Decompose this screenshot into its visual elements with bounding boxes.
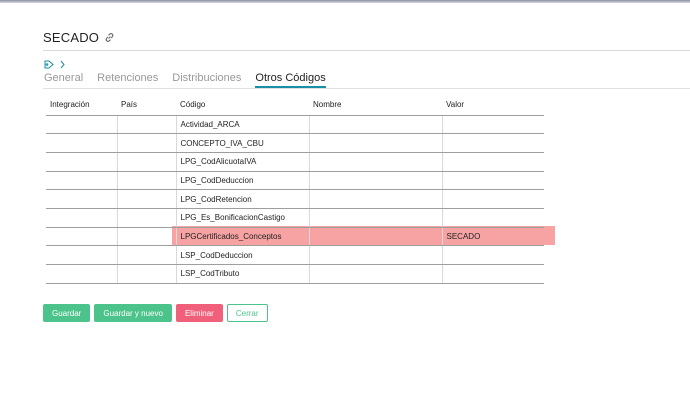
cell-pais[interactable] [117,152,177,172]
cell-nombre[interactable] [309,189,443,209]
tab-general[interactable]: General [44,72,83,88]
tab-otros-codigos[interactable]: Otros Códigos [255,72,326,88]
cell-integracion[interactable] [46,115,118,135]
cell-codigo[interactable]: Actividad_ARCA [176,115,310,135]
table-row[interactable]: Actividad_ARCA [46,115,544,135]
table-row[interactable]: LPG_Es_BonificacionCastigo [46,208,544,228]
close-button[interactable]: Cerrar [226,304,268,322]
cell-valor[interactable] [442,133,544,153]
cell-valor[interactable] [442,189,544,209]
column-header-codigo[interactable]: Código [176,95,309,116]
tag-icon[interactable] [44,60,54,69]
cell-pais[interactable] [117,189,177,209]
cell-integracion[interactable] [46,189,118,209]
delete-button[interactable]: Eliminar [175,304,223,322]
page-title: SECADO [43,30,100,45]
tab-retenciones[interactable]: Retenciones [97,72,158,88]
table-row-selected[interactable]: LPGCertificados_Conceptos SECADO [46,227,544,247]
cell-pais[interactable] [117,115,177,135]
cell-nombre[interactable] [309,133,443,153]
cell-codigo[interactable]: LPG_CodAlicuotaIVA [176,152,310,172]
table-row[interactable]: CONCEPTO_IVA_CBU [46,133,544,153]
cell-codigo[interactable]: LSP_CodTributo [176,264,310,284]
cell-valor[interactable] [442,264,544,284]
cell-integracion[interactable] [46,208,118,228]
cell-pais[interactable] [117,171,177,191]
cell-codigo[interactable]: CONCEPTO_IVA_CBU [176,133,310,153]
cell-nombre[interactable] [309,152,443,172]
cell-integracion[interactable] [46,245,118,265]
cell-nombre[interactable] [309,171,443,191]
cell-pais[interactable] [117,208,177,228]
tab-bar: General Retenciones Distribuciones Otros… [44,72,326,88]
cell-pais[interactable] [117,264,177,284]
column-header-valor[interactable]: Valor [442,95,544,116]
cell-nombre[interactable] [309,115,443,135]
cell-integracion[interactable] [46,171,118,191]
cell-nombre[interactable] [309,227,443,247]
cell-integracion[interactable] [46,152,118,172]
column-header-pais[interactable]: País [117,95,176,116]
header-divider [43,50,690,51]
cell-integracion[interactable] [46,133,118,153]
link-icon[interactable] [104,32,115,43]
cell-codigo[interactable]: LSP_CodDeduccion [176,245,310,265]
cell-codigo[interactable]: LPG_Es_BonificacionCastigo [176,208,310,228]
action-buttons: Guardar Guardar y nuevo Eliminar Cerrar [43,304,268,322]
cell-nombre[interactable] [309,208,443,228]
cell-codigo[interactable]: LPGCertificados_Conceptos [176,227,310,247]
column-header-nombre[interactable]: Nombre [309,95,442,116]
cell-valor[interactable] [442,115,544,135]
page-header: SECADO [43,30,115,45]
chevron-right-icon[interactable] [60,60,65,69]
table-header-row: Integración País Código Nombre Valor [46,95,544,116]
cell-pais[interactable] [117,227,177,247]
cell-valor[interactable] [442,208,544,228]
column-header-integracion[interactable]: Integración [46,95,117,116]
save-and-new-button[interactable]: Guardar y nuevo [94,304,172,322]
tag-row [44,60,65,69]
cell-integracion[interactable] [46,264,118,284]
table-row[interactable]: LPG_CodDeduccion [46,171,544,191]
table-row[interactable]: LSP_CodTributo [46,264,544,284]
tabs-divider [43,88,690,89]
cell-valor[interactable] [442,152,544,172]
save-button[interactable]: Guardar [43,304,91,322]
tab-distribuciones[interactable]: Distribuciones [172,72,241,88]
cell-nombre[interactable] [309,245,443,265]
codes-table: Integración País Código Nombre Valor Act… [46,95,544,284]
cell-valor[interactable] [442,171,544,191]
cell-pais[interactable] [117,245,177,265]
cell-codigo[interactable]: LPG_CodRetencion [176,189,310,209]
window-top-border [0,0,690,3]
table-row[interactable]: LPG_CodRetencion [46,189,544,209]
table-row[interactable]: LSP_CodDeduccion [46,245,544,265]
cell-pais[interactable] [117,133,177,153]
cell-nombre[interactable] [309,264,443,284]
cell-integracion[interactable] [46,227,118,247]
cell-valor[interactable] [442,245,544,265]
table-row[interactable]: LPG_CodAlicuotaIVA [46,152,544,172]
cell-valor[interactable]: SECADO [442,227,544,247]
cell-codigo[interactable]: LPG_CodDeduccion [176,171,310,191]
